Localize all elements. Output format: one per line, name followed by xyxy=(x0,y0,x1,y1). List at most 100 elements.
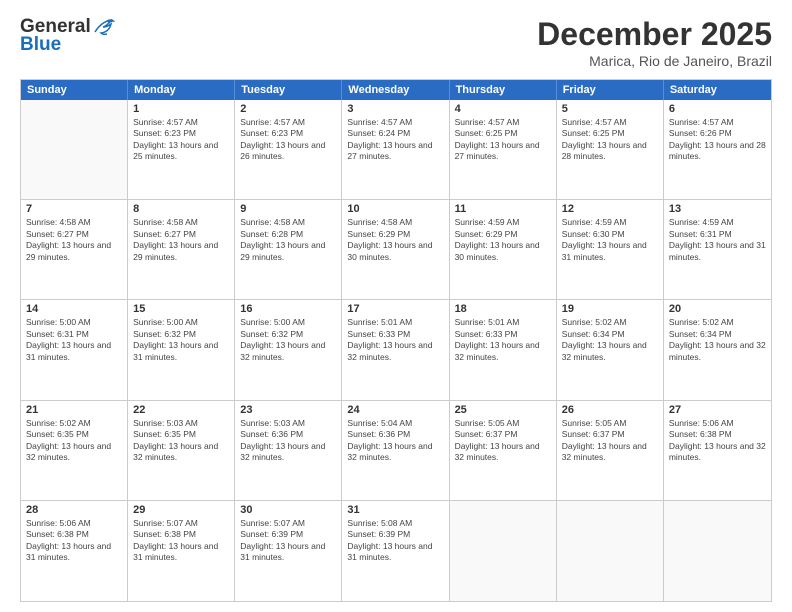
cell-info: Sunrise: 4:57 AM Sunset: 6:25 PM Dayligh… xyxy=(455,117,551,163)
day-number: 22 xyxy=(133,404,229,416)
cell-info: Sunrise: 5:01 AM Sunset: 6:33 PM Dayligh… xyxy=(347,317,443,363)
cell-info: Sunrise: 4:57 AM Sunset: 6:26 PM Dayligh… xyxy=(669,117,766,163)
day-number: 6 xyxy=(669,103,766,115)
header: General Blue December 2025 Marica, Rio d… xyxy=(20,16,772,69)
week-row-3: 21 Sunrise: 5:02 AM Sunset: 6:35 PM Dayli… xyxy=(21,401,771,501)
cell-info: Sunrise: 5:00 AM Sunset: 6:32 PM Dayligh… xyxy=(240,317,336,363)
cell-info: Sunrise: 5:05 AM Sunset: 6:37 PM Dayligh… xyxy=(562,418,658,464)
header-day-saturday: Saturday xyxy=(664,80,771,100)
cell-info: Sunrise: 5:02 AM Sunset: 6:34 PM Dayligh… xyxy=(562,317,658,363)
day-number: 8 xyxy=(133,203,229,215)
cell-info: Sunrise: 5:04 AM Sunset: 6:36 PM Dayligh… xyxy=(347,418,443,464)
cell-info: Sunrise: 5:03 AM Sunset: 6:36 PM Dayligh… xyxy=(240,418,336,464)
day-number: 3 xyxy=(347,103,443,115)
cell-info: Sunrise: 4:57 AM Sunset: 6:25 PM Dayligh… xyxy=(562,117,658,163)
day-number: 27 xyxy=(669,404,766,416)
cell-info: Sunrise: 5:08 AM Sunset: 6:39 PM Dayligh… xyxy=(347,518,443,564)
page: General Blue December 2025 Marica, Rio d… xyxy=(0,0,792,612)
cell-info: Sunrise: 5:06 AM Sunset: 6:38 PM Dayligh… xyxy=(26,518,122,564)
cal-cell-9: 9 Sunrise: 4:58 AM Sunset: 6:28 PM Daylig… xyxy=(235,200,342,299)
cal-cell-4: 4 Sunrise: 4:57 AM Sunset: 6:25 PM Daylig… xyxy=(450,100,557,199)
cell-info: Sunrise: 5:01 AM Sunset: 6:33 PM Dayligh… xyxy=(455,317,551,363)
cell-info: Sunrise: 4:57 AM Sunset: 6:23 PM Dayligh… xyxy=(133,117,229,163)
day-number: 19 xyxy=(562,303,658,315)
day-number: 18 xyxy=(455,303,551,315)
cell-info: Sunrise: 5:05 AM Sunset: 6:37 PM Dayligh… xyxy=(455,418,551,464)
day-number: 21 xyxy=(26,404,122,416)
cell-info: Sunrise: 4:59 AM Sunset: 6:30 PM Dayligh… xyxy=(562,217,658,263)
cell-info: Sunrise: 5:00 AM Sunset: 6:31 PM Dayligh… xyxy=(26,317,122,363)
day-number: 11 xyxy=(455,203,551,215)
cell-info: Sunrise: 5:07 AM Sunset: 6:38 PM Dayligh… xyxy=(133,518,229,564)
cal-cell-24: 24 Sunrise: 5:04 AM Sunset: 6:36 PM Dayli… xyxy=(342,401,449,500)
week-row-0: 1 Sunrise: 4:57 AM Sunset: 6:23 PM Daylig… xyxy=(21,100,771,200)
header-day-thursday: Thursday xyxy=(450,80,557,100)
cal-cell-20: 20 Sunrise: 5:02 AM Sunset: 6:34 PM Dayli… xyxy=(664,300,771,399)
title-block: December 2025 Marica, Rio de Janeiro, Br… xyxy=(537,16,772,69)
cal-cell-27: 27 Sunrise: 5:06 AM Sunset: 6:38 PM Dayli… xyxy=(664,401,771,500)
calendar-header: SundayMondayTuesdayWednesdayThursdayFrid… xyxy=(21,80,771,100)
cal-cell-16: 16Sunrise: 5:00 AM Sunset: 6:32 PM Dayli… xyxy=(235,300,342,399)
cal-cell-empty-5 xyxy=(557,501,664,601)
header-day-friday: Friday xyxy=(557,80,664,100)
cal-cell-18: 18 Sunrise: 5:01 AM Sunset: 6:33 PM Dayli… xyxy=(450,300,557,399)
day-number: 13 xyxy=(669,203,766,215)
cal-cell-17: 17 Sunrise: 5:01 AM Sunset: 6:33 PM Dayli… xyxy=(342,300,449,399)
cell-info: Sunrise: 5:06 AM Sunset: 6:38 PM Dayligh… xyxy=(669,418,766,464)
day-number: 31 xyxy=(347,504,443,516)
cell-info: Sunrise: 5:00 AM Sunset: 6:32 PM Dayligh… xyxy=(133,317,229,363)
month-title: December 2025 xyxy=(537,16,772,53)
cell-info: Sunrise: 5:02 AM Sunset: 6:34 PM Dayligh… xyxy=(669,317,766,363)
cal-cell-7: 7Sunrise: 4:58 AM Sunset: 6:27 PM Daylig… xyxy=(21,200,128,299)
cal-cell-15: 15 Sunrise: 5:00 AM Sunset: 6:32 PM Dayli… xyxy=(128,300,235,399)
calendar-body: 1 Sunrise: 4:57 AM Sunset: 6:23 PM Daylig… xyxy=(21,100,771,601)
day-number: 10 xyxy=(347,203,443,215)
day-number: 24 xyxy=(347,404,443,416)
day-number: 9 xyxy=(240,203,336,215)
header-day-monday: Monday xyxy=(128,80,235,100)
cal-cell-5: 5 Sunrise: 4:57 AM Sunset: 6:25 PM Daylig… xyxy=(557,100,664,199)
cal-cell-21: 21 Sunrise: 5:02 AM Sunset: 6:35 PM Dayli… xyxy=(21,401,128,500)
cal-cell-22: 22 Sunrise: 5:03 AM Sunset: 6:35 PM Dayli… xyxy=(128,401,235,500)
cal-cell-29: 29 Sunrise: 5:07 AM Sunset: 6:38 PM Dayli… xyxy=(128,501,235,601)
day-number: 20 xyxy=(669,303,766,315)
week-row-2: 14 Sunrise: 5:00 AM Sunset: 6:31 PM Dayli… xyxy=(21,300,771,400)
cal-cell-31: 31 Sunrise: 5:08 AM Sunset: 6:39 PM Dayli… xyxy=(342,501,449,601)
cal-cell-14: 14 Sunrise: 5:00 AM Sunset: 6:31 PM Dayli… xyxy=(21,300,128,399)
day-number: 1 xyxy=(133,103,229,115)
cal-cell-25: 25Sunrise: 5:05 AM Sunset: 6:37 PM Dayli… xyxy=(450,401,557,500)
day-number: 14 xyxy=(26,303,122,315)
location: Marica, Rio de Janeiro, Brazil xyxy=(537,53,772,69)
day-number: 12 xyxy=(562,203,658,215)
cal-cell-2: 2Sunrise: 4:57 AM Sunset: 6:23 PM Daylig… xyxy=(235,100,342,199)
day-number: 29 xyxy=(133,504,229,516)
cell-info: Sunrise: 4:58 AM Sunset: 6:27 PM Dayligh… xyxy=(26,217,122,263)
cal-cell-1: 1 Sunrise: 4:57 AM Sunset: 6:23 PM Daylig… xyxy=(128,100,235,199)
cal-cell-empty-0 xyxy=(21,100,128,199)
cal-cell-10: 10Sunrise: 4:58 AM Sunset: 6:29 PM Dayli… xyxy=(342,200,449,299)
day-number: 28 xyxy=(26,504,122,516)
logo-blue-text: Blue xyxy=(20,34,61,56)
cell-info: Sunrise: 4:58 AM Sunset: 6:28 PM Dayligh… xyxy=(240,217,336,263)
day-number: 15 xyxy=(133,303,229,315)
header-day-tuesday: Tuesday xyxy=(235,80,342,100)
header-day-sunday: Sunday xyxy=(21,80,128,100)
cell-info: Sunrise: 5:03 AM Sunset: 6:35 PM Dayligh… xyxy=(133,418,229,464)
day-number: 5 xyxy=(562,103,658,115)
cal-cell-12: 12 Sunrise: 4:59 AM Sunset: 6:30 PM Dayli… xyxy=(557,200,664,299)
cell-info: Sunrise: 4:59 AM Sunset: 6:29 PM Dayligh… xyxy=(455,217,551,263)
cal-cell-23: 23Sunrise: 5:03 AM Sunset: 6:36 PM Dayli… xyxy=(235,401,342,500)
day-number: 2 xyxy=(240,103,336,115)
week-row-4: 28 Sunrise: 5:06 AM Sunset: 6:38 PM Dayli… xyxy=(21,501,771,601)
cell-info: Sunrise: 5:02 AM Sunset: 6:35 PM Dayligh… xyxy=(26,418,122,464)
logo: General Blue xyxy=(20,16,115,56)
cal-cell-28: 28 Sunrise: 5:06 AM Sunset: 6:38 PM Dayli… xyxy=(21,501,128,601)
cal-cell-6: 6 Sunrise: 4:57 AM Sunset: 6:26 PM Daylig… xyxy=(664,100,771,199)
day-number: 17 xyxy=(347,303,443,315)
cal-cell-26: 26Sunrise: 5:05 AM Sunset: 6:37 PM Dayli… xyxy=(557,401,664,500)
day-number: 4 xyxy=(455,103,551,115)
day-number: 30 xyxy=(240,504,336,516)
bird-icon xyxy=(93,18,115,36)
week-row-1: 7Sunrise: 4:58 AM Sunset: 6:27 PM Daylig… xyxy=(21,200,771,300)
cell-info: Sunrise: 4:57 AM Sunset: 6:24 PM Dayligh… xyxy=(347,117,443,163)
